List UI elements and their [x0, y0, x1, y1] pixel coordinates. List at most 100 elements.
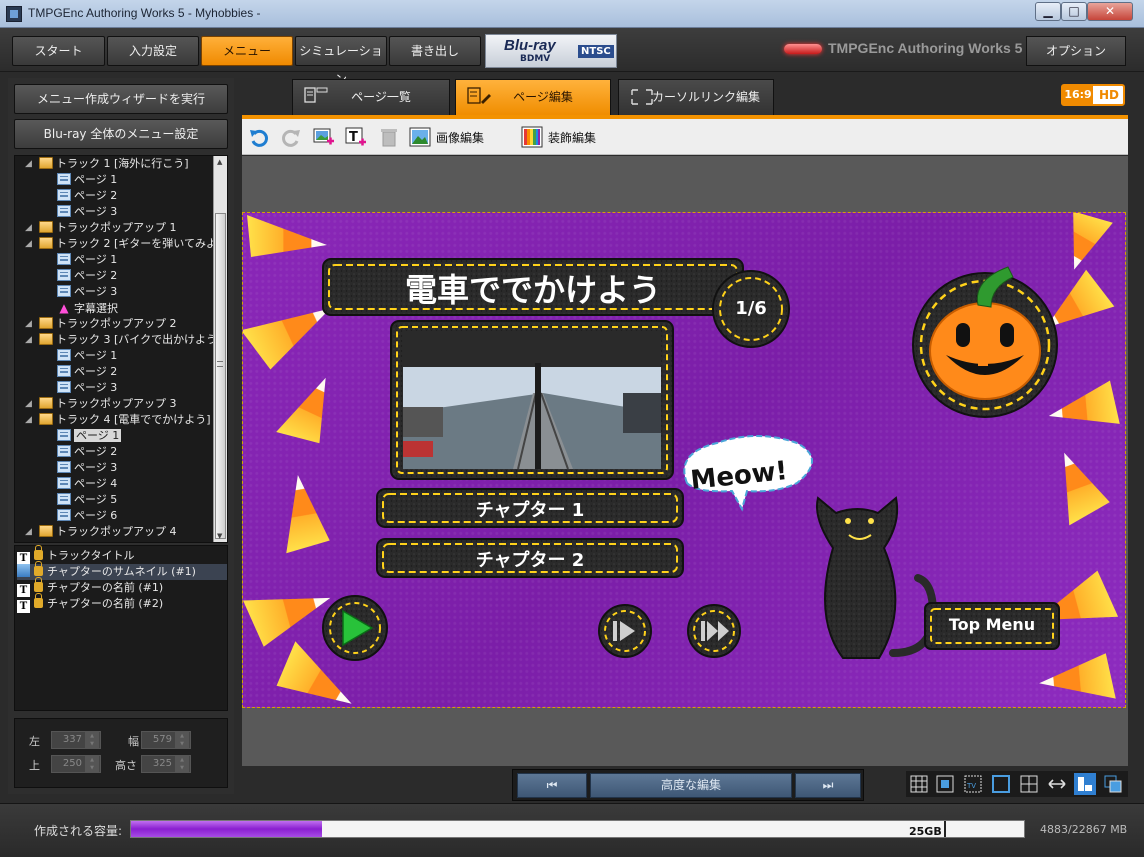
- global-menu-settings-button[interactable]: Blu-ray 全体のメニュー設定: [14, 119, 228, 149]
- tree-page-item[interactable]: ページ 3: [57, 284, 117, 300]
- width-value-field[interactable]: 579: [141, 731, 191, 749]
- undo-icon[interactable]: [248, 126, 270, 148]
- maximize-button[interactable]: □: [1061, 2, 1087, 21]
- top-label: 上: [29, 759, 40, 772]
- lock-icon[interactable]: [34, 545, 43, 560]
- redo-icon[interactable]: [280, 126, 302, 148]
- tree-item-label: ページ 2: [74, 269, 118, 282]
- expand-toggle-icon[interactable]: ◢: [25, 316, 32, 332]
- page-icon: [57, 445, 71, 457]
- tree-page-item[interactable]: ページ 2: [57, 268, 117, 284]
- step-simulation-button[interactable]: シミュレーション: [295, 36, 387, 86]
- tree-page-item[interactable]: ページ 3: [57, 380, 117, 396]
- expand-toggle-icon[interactable]: ◢: [25, 332, 32, 348]
- object-list-item[interactable]: チャプターのサムネイル (#1): [17, 561, 227, 580]
- object-list-item[interactable]: T トラックタイトル: [17, 545, 227, 565]
- aspect-badge: 16:9 HD: [1061, 84, 1125, 106]
- tab-cursor-link[interactable]: カーソルリンク編集: [618, 79, 774, 115]
- advanced-edit-button[interactable]: 高度な編集: [590, 773, 792, 798]
- scroll-thumb[interactable]: [215, 213, 226, 539]
- lock-icon[interactable]: [34, 593, 43, 608]
- tree-page-item[interactable]: ページ 5: [57, 492, 117, 508]
- tab-page-edit[interactable]: ページ編集: [455, 79, 611, 115]
- tree-page-item[interactable]: ページ 1: [57, 172, 117, 188]
- expand-toggle-icon[interactable]: ◢: [25, 156, 32, 172]
- previous-page-button[interactable]: ⏮: [517, 773, 587, 798]
- object-label: チャプターの名前 (#1): [47, 581, 164, 594]
- grid-icon[interactable]: [908, 773, 930, 795]
- chapter-2-button[interactable]: チャプター 2: [377, 546, 683, 572]
- editor-toolbar: T 画像編集 装飾編集: [242, 119, 1128, 155]
- options-button[interactable]: オプション: [1026, 36, 1126, 66]
- ntsc-badge: NTSC: [578, 45, 614, 58]
- position-panel: 左 337 幅 579 上 250 高さ 325: [14, 718, 228, 788]
- step-input-button[interactable]: 入力設定: [107, 36, 199, 66]
- top-menu-button[interactable]: Top Menu: [925, 615, 1059, 634]
- tree-folder-item[interactable]: トラック 2 [ギターを弾いてみよう] ◢: [25, 236, 227, 252]
- page-icon: [57, 429, 71, 441]
- tab-page-list[interactable]: ページ一覧: [292, 79, 450, 115]
- object-list-item[interactable]: T チャプターの名前 (#2): [17, 593, 227, 613]
- expand-toggle-icon[interactable]: ◢: [25, 524, 32, 540]
- image-edit-label[interactable]: 画像編集: [436, 129, 484, 146]
- tree-item-label: トラックポップアップ 1: [56, 221, 177, 234]
- close-button[interactable]: ✕: [1087, 2, 1133, 21]
- tree-page-item[interactable]: ページ 4: [57, 476, 117, 492]
- tree-scrollbar[interactable]: ▲ ▼: [213, 156, 227, 542]
- tree-page-item[interactable]: ページ 1: [57, 428, 122, 444]
- frame-icon[interactable]: [990, 773, 1012, 795]
- tree-page-item[interactable]: ページ 6: [57, 508, 117, 524]
- expand-toggle-icon[interactable]: ◢: [25, 396, 32, 412]
- folder-icon: [39, 413, 53, 425]
- scroll-up-icon[interactable]: ▲: [217, 158, 222, 166]
- step-menu-button[interactable]: メニュー: [201, 36, 293, 66]
- tree-page-item[interactable]: ページ 3: [57, 460, 117, 476]
- layout-view-icon[interactable]: [1074, 773, 1096, 795]
- tree-page-item[interactable]: ページ 3: [57, 204, 117, 220]
- tree-folder-item[interactable]: トラック 3 [バイクで出かけよう] ◢: [25, 332, 221, 348]
- expand-toggle-icon[interactable]: ◢: [25, 236, 32, 252]
- chapter-1-button[interactable]: チャプター 1: [377, 496, 683, 522]
- top-value-field[interactable]: 250: [51, 755, 101, 773]
- tree-folder-item[interactable]: トラック 1 [海外に行こう] ◢: [25, 156, 189, 172]
- tree-page-item[interactable]: ページ 2: [57, 444, 117, 460]
- tree-subtitle-item[interactable]: ▲ 字幕選択: [57, 300, 118, 316]
- layer-view-icon[interactable]: [1102, 773, 1124, 795]
- tv-safe-area-icon[interactable]: TV: [962, 773, 984, 795]
- object-list-item[interactable]: T チャプターの名前 (#1): [17, 577, 227, 597]
- safe-grid-icon[interactable]: [934, 773, 956, 795]
- menu-wizard-button[interactable]: メニュー作成ウィザードを実行: [14, 84, 228, 114]
- tree-page-item[interactable]: ページ 2: [57, 364, 117, 380]
- decoration-edit-icon[interactable]: [521, 126, 543, 148]
- step-export-button[interactable]: 書き出し: [389, 36, 481, 66]
- delete-icon[interactable]: [378, 126, 400, 148]
- height-value-field[interactable]: 325: [141, 755, 191, 773]
- menu-title[interactable]: 電車ででかけよう: [363, 265, 703, 311]
- tree-folder-item[interactable]: トラックポップアップ 4 ◢: [25, 524, 177, 540]
- next-page-button[interactable]: ⏭: [795, 773, 861, 798]
- expand-toggle-icon[interactable]: ◢: [25, 412, 32, 428]
- lock-icon[interactable]: [34, 577, 43, 592]
- tree-page-item[interactable]: ページ 2: [57, 188, 117, 204]
- add-image-icon[interactable]: [313, 126, 335, 148]
- tree-folder-item[interactable]: トラックポップアップ 3 ◢: [25, 396, 177, 412]
- lock-icon[interactable]: [34, 561, 43, 576]
- scroll-down-icon[interactable]: ▼: [217, 532, 222, 540]
- left-value-field[interactable]: 337: [51, 731, 101, 749]
- tree-page-item[interactable]: ページ 1: [57, 348, 117, 364]
- split-view-icon[interactable]: [1018, 773, 1040, 795]
- menu-preview[interactable]: 電車ででかけよう 1/6 チャプター 1 チャプター 2 Meow! Top M…: [242, 212, 1126, 708]
- minimize-button[interactable]: ▁: [1035, 2, 1061, 21]
- tree-page-item[interactable]: ページ 1: [57, 252, 117, 268]
- page-icon: [57, 189, 71, 201]
- tree-folder-item[interactable]: トラックポップアップ 2 ◢: [25, 316, 177, 332]
- bluray-logo-text: Blu-ray: [504, 37, 556, 54]
- add-text-icon[interactable]: T: [345, 126, 367, 148]
- expand-toggle-icon[interactable]: ◢: [25, 220, 32, 236]
- image-edit-icon[interactable]: [409, 126, 431, 148]
- decoration-edit-label[interactable]: 装飾編集: [548, 129, 596, 146]
- tree-folder-item[interactable]: トラックポップアップ 1 ◢: [25, 220, 177, 236]
- tree-folder-item[interactable]: トラック 4 [電車ででかけよう] ◢: [25, 412, 211, 428]
- fit-width-icon[interactable]: [1046, 773, 1068, 795]
- step-start-button[interactable]: スタート: [12, 36, 105, 66]
